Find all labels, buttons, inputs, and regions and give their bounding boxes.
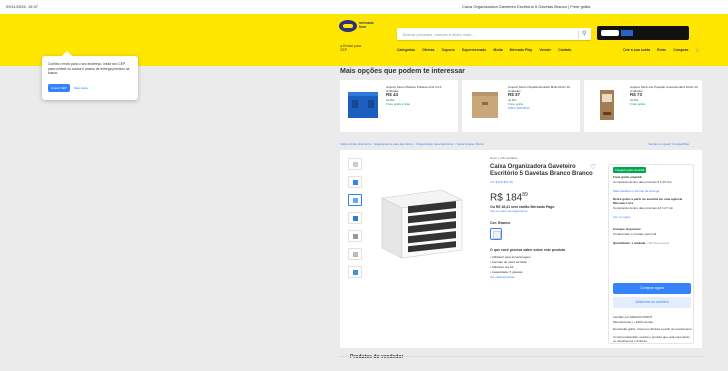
thumbnail[interactable] [348,212,362,224]
color-label: Cor: Branco [490,221,511,226]
product-image-cardboard-box [472,92,498,118]
payment-methods-link[interactable]: Ver os meios de pagamento [490,209,602,213]
recommendation-card[interactable]: Arquivo Morto Plástico Polibras Azul C/1… [340,80,458,132]
tooltip-message: Confira o envio para o seu endereço. Ins… [48,62,130,75]
main-nav: Categorias Ofertas Cupons Supermercado M… [397,47,577,52]
feature-list: • Utilizável para armazenagem • Formato … [490,255,602,275]
recommendations-list: Arquivo Morto Plástico Polibras Azul C/1… [340,80,702,132]
nav-login[interactable]: Entre [657,48,666,52]
divider [338,356,704,357]
price-cents: 89 [522,192,528,198]
buy-box: Chegará grátis amanhã Frete grátis amanh… [608,164,694,344]
nav-purchases[interactable]: Compras [673,48,688,52]
add-to-cart-button[interactable]: Adicionar ao carrinho [613,297,691,308]
recommendations-title: Mais opções que podem te interessar [340,68,465,75]
nav-contato[interactable]: Contato [558,48,571,52]
location-selector[interactable]: ● Enviar para CEP [340,44,361,52]
timestamp: 09/11/2026, 19:37 [6,4,38,9]
quantity-value: Quantidade: 1 unidade [613,241,646,245]
search-separator [578,30,579,38]
thumbnail[interactable] [348,248,362,260]
stock-status: Estoque disponível [613,227,641,231]
stock-note: Armazenado e enviado pelo Full [613,232,657,236]
free-shipping: Frete grátis amanhã [613,175,642,179]
later-button[interactable]: Mais tarde [74,84,98,92]
sell-share-links[interactable]: Vender um igual | Compartilhar [648,142,689,146]
page-document-title: Caixa Organizadora Gaveteiro Escritório … [462,4,591,9]
thumbnail-active[interactable] [348,194,362,206]
pickup-note: Comprando dentro das próximas 12 h 27 mi… [613,206,674,210]
nav-create-account[interactable]: Crie a sua conta [623,48,650,52]
thumbnail[interactable] [348,266,362,278]
promo-logo [601,30,619,36]
product-price: R$ 18489 [490,192,602,203]
nav-vender[interactable]: Vender [539,48,551,52]
nav-categorias[interactable]: Categorias [397,48,415,52]
thumbnail-list [348,158,362,284]
see-characteristics-link[interactable]: Ver características [490,275,602,279]
product-main-image[interactable] [372,180,468,264]
return-policy: Devolução grátis. Você tem 30 dias a par… [613,327,693,331]
map-link[interactable]: Ver no mapa [613,215,693,219]
quantity-available: (+50 disponíveis) [646,241,670,245]
nav-supermercado[interactable]: Supermercado [462,48,487,52]
card-shipping: Frete grátis 2 dias [386,101,411,106]
seller-products-title: Produtos do vendedor [350,354,404,360]
location-value: CEP [340,48,348,52]
product-title: Caixa Organizadora Gaveteiro Escritório … [490,164,593,177]
thumbnail[interactable] [348,230,362,242]
delivery-badge: Chegará grátis amanhã [613,167,647,173]
product-info: Novo | +50 vendidos Caixa Organizadora G… [490,156,602,279]
search-icon[interactable]: ⚲ [582,31,588,37]
breadcrumb[interactable]: Voltar à lista | Escritório > Equipament… [340,142,484,146]
feature-text: Capacidade: 5 gavetas [491,270,523,275]
pickup-info: Retire grátis a partir de amanhã em uma … [613,197,683,205]
recommendation-card[interactable]: Arquivo Morto De Papelão Caixa Ecofácil … [584,80,702,132]
price-value: R$ 184 [490,192,523,204]
promo-badge [621,30,633,36]
nav-ofertas[interactable]: Ofertas [422,48,434,52]
product-panel: Novo | +50 vendidos Caixa Organizadora G… [340,150,702,360]
buy-now-button[interactable]: Comprar agora [613,283,691,294]
search-input[interactable]: Buscar produtos, marcas e muito mais... [403,32,475,37]
cart-icon[interactable]: 🛒 [696,48,700,52]
shipping-details-link[interactable]: Mais detalhes e formas de entrega [613,189,693,193]
promo-banner[interactable] [597,26,689,40]
feature-text: Utilizável pra A4 [491,265,514,270]
nav-cupons[interactable]: Cupons [442,48,455,52]
purchase-protection: Compra Garantida, receba o produto que e… [613,335,690,343]
recommendation-card[interactable]: Arquivo Morto Papelão Ecofácil Multi-Ofí… [462,80,580,132]
seller-note: MercadoLíder | +1000 vendas [613,320,653,324]
card-best-seller-badge: MAIS VENDIDO [508,106,530,111]
handshake-icon [339,20,357,32]
shipping-note: Comprando dentro das próximas 9 h 45 min [613,180,672,184]
seller-info[interactable]: Vendido por AMAZON PRINT [613,315,693,319]
mercado-livre-logo[interactable]: mercado livre [339,20,377,34]
cep-tooltip: Confira o envio para o seu endereço. Ins… [42,51,138,100]
browser-topbar: 09/11/2026, 19:37 Caixa Organizadora Gav… [0,0,728,14]
product-image-file-box [600,90,614,120]
thumbnail[interactable] [348,158,362,170]
product-image-blue-box [348,92,378,118]
thumbnail[interactable] [348,176,362,188]
need-to-know-title: O que você precisa saber sobre este prod… [490,248,566,253]
feature-text: Formato de caixa fechada [491,260,527,265]
color-swatch-white[interactable] [490,228,502,241]
nav-mercado-play[interactable]: Mercado Play [510,48,533,52]
nav-moda[interactable]: Moda [493,48,502,52]
product-rating[interactable]: 4.6 ★★★★★ (8) [490,180,602,184]
account-nav: Crie a sua conta Entre Compras 🛒 [617,47,700,52]
feature-text: Utilizável para armazenagem [491,255,531,260]
logo-text: mercado livre [359,21,374,29]
card-shipping: Frete grátis [630,101,646,106]
heart-icon[interactable]: ♡ [590,164,596,171]
insert-cep-button[interactable]: Inserir CEP [48,84,70,92]
product-condition: Novo | +50 vendidos [490,156,518,160]
search-bar[interactable]: Buscar produtos, marcas e muito mais... … [397,28,591,40]
quantity-selector[interactable]: Quantidade: 1 unidade (+50 disponíveis) [613,241,693,245]
